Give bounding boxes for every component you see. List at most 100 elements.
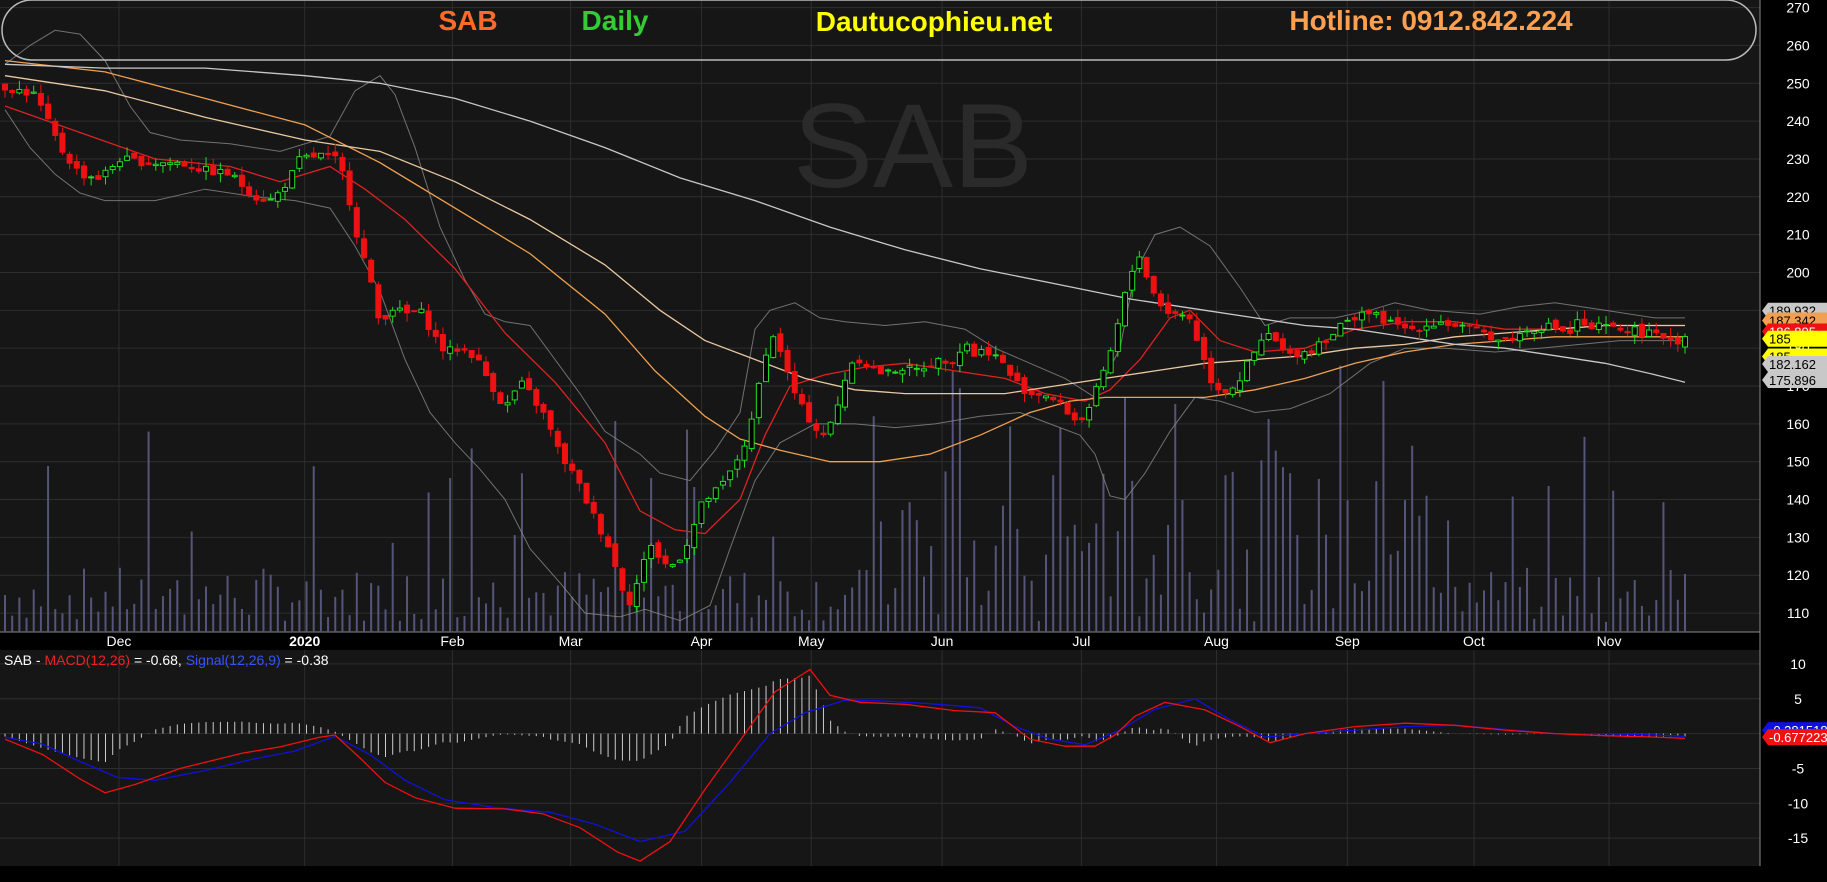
candle-down [224,168,231,176]
volume-bar [240,608,243,632]
volume-bar [1195,599,1198,632]
candle-down [547,410,554,430]
volume-bar [1325,534,1328,632]
y-tick-label: 140 [1786,492,1810,508]
volume-bar [1619,598,1622,632]
candle-down [1394,317,1401,325]
x-tick-label: Jun [931,633,954,649]
volume-bar [542,592,545,632]
candle-down [1071,412,1078,421]
volume-bar [319,589,322,632]
volume-bar [1504,582,1507,632]
candle-down [131,152,138,159]
candle-up [842,379,848,408]
candle-up [511,390,518,401]
candle-down [404,304,411,314]
volume-bar [779,581,782,632]
volume-bar [334,596,337,632]
volume-bar [341,589,344,632]
candle-up [389,309,396,317]
volume-bar [1454,586,1457,632]
candle-up [317,152,324,159]
volume-bar [958,388,961,632]
x-tick-label: Jul [1072,633,1090,649]
candle-down [1552,319,1559,330]
candle-up [770,336,777,358]
candle-down [655,542,662,558]
header-period: Daily [582,5,649,36]
volume-bar [980,605,983,632]
volume-bar [97,611,100,632]
volume-bar [219,594,222,632]
candle-down [1624,331,1631,334]
volume-bar [111,606,114,632]
candle-up [1043,395,1050,399]
candle-up [88,176,95,179]
volume-bar [1102,473,1105,632]
candle-up [159,162,166,167]
candle-down [1559,326,1566,332]
volume-bar [1554,578,1557,632]
x-tick-label: Sep [1335,633,1360,649]
volume-bar [1612,490,1615,632]
volume-bar [477,597,480,632]
volume-bar [82,568,85,632]
volume-bar [1447,520,1450,632]
volume-bar [1368,580,1371,632]
volume-bar [233,597,236,632]
y-tick-label: 200 [1786,264,1810,280]
volume-bar [348,615,351,632]
candle-up [1244,360,1251,382]
candle-down [971,343,978,357]
candle-up [1430,325,1437,329]
volume-bar [255,579,258,632]
volume-bar [18,597,21,632]
candle-down [1057,399,1064,403]
volume-bar [987,590,990,632]
volume-bar [528,597,531,632]
volume-bar [262,568,265,632]
candle-down [497,392,504,404]
volume-bar [90,597,93,632]
candle-down [66,153,73,164]
candle-down [1617,327,1624,331]
volume-bar [1131,480,1134,632]
volume-bar [1289,473,1292,632]
candle-down [619,568,626,591]
macd-tick-label: 10 [1790,656,1806,672]
volume-bar [126,609,129,632]
candle-down [411,310,418,313]
volume-bar [298,600,301,632]
candle-down [1014,372,1021,382]
x-tick-label: 2020 [289,633,320,649]
volume-bar [1497,600,1500,632]
candle-up [1437,321,1444,325]
candle-up [1301,351,1308,360]
candle-down [332,151,339,157]
volume-bar [362,620,365,632]
volume-bar [937,614,940,632]
candle-up [289,170,296,189]
candle-up [518,380,525,389]
candle-down [432,329,439,337]
volume-bar [1468,582,1471,632]
candle-up [1373,312,1380,315]
volume-bar [1124,396,1126,632]
candle-down [562,443,568,465]
macd-panel [0,650,1760,866]
candle-down [877,366,884,375]
volume-bar [556,585,559,632]
volume-bar [1439,592,1442,632]
price-tag: 175.896 [1762,371,1827,388]
candle-down [1064,402,1071,415]
candle-down [346,170,353,206]
volume-bar [1540,606,1543,632]
candle-down [583,482,590,504]
candle-down [1638,323,1645,337]
candle-up [1122,292,1128,327]
candle-down [1445,320,1452,326]
volume-bar [607,587,610,632]
y-tick-label: 240 [1786,113,1810,129]
candle-down [999,354,1006,363]
candle-up [741,445,748,461]
